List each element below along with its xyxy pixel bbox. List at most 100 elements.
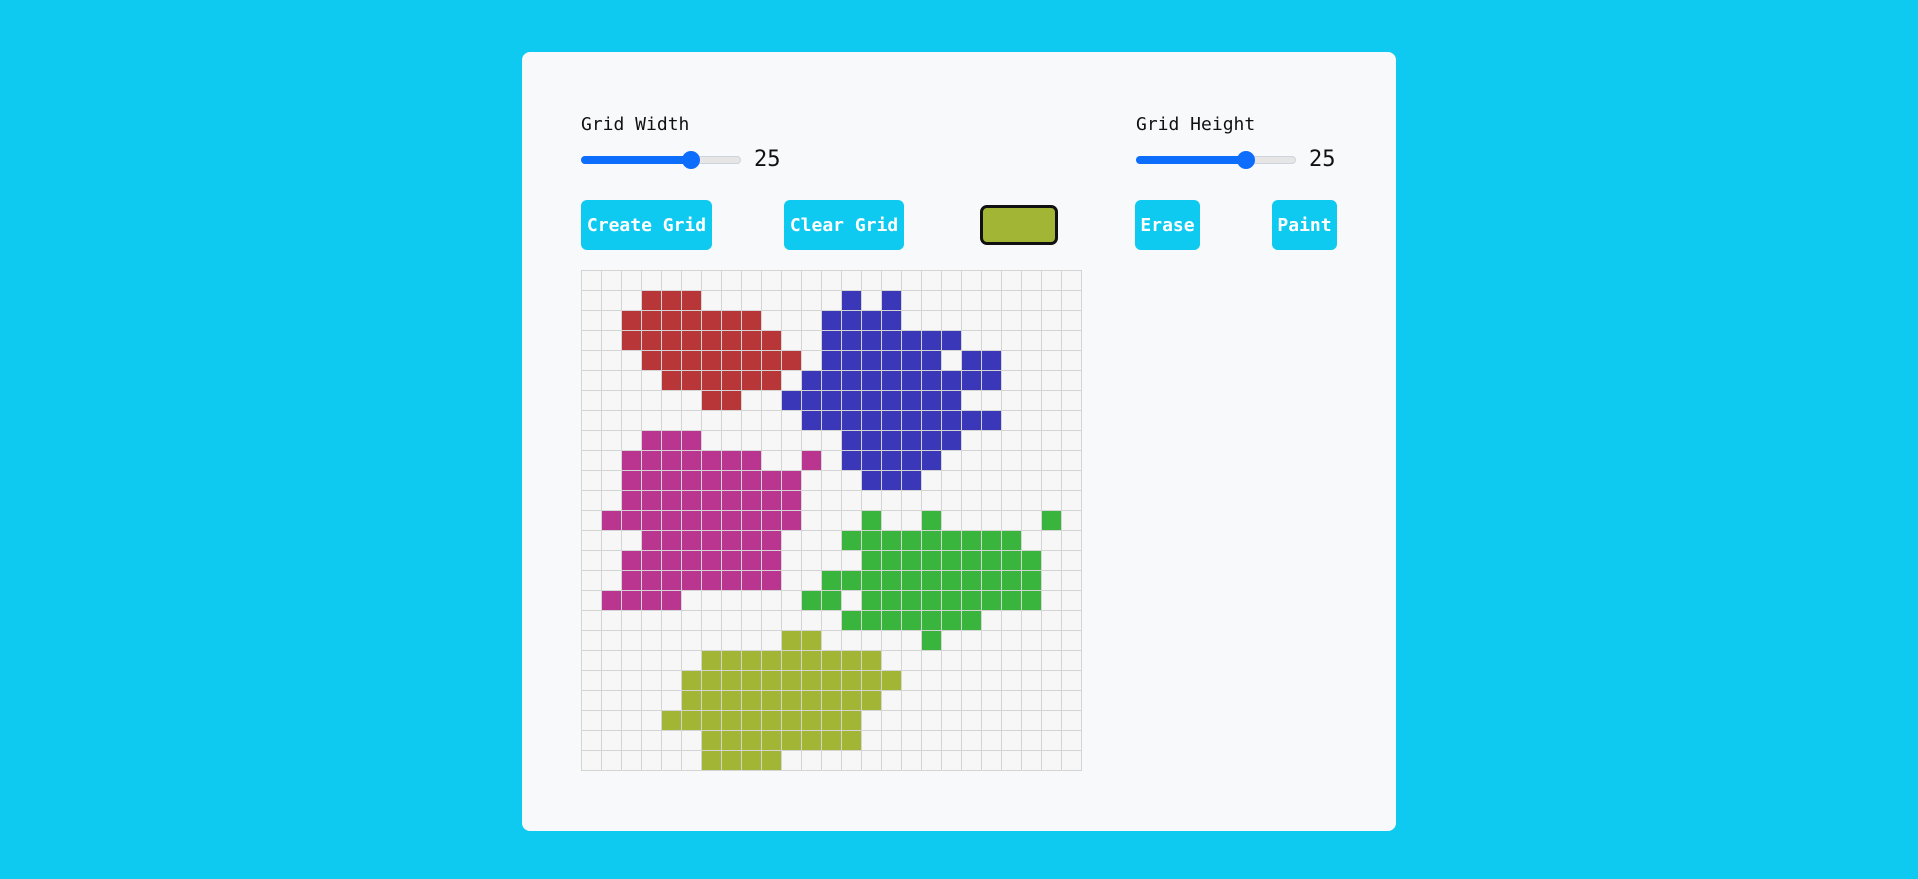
grid-cell[interactable] <box>1022 571 1041 590</box>
grid-cell[interactable] <box>582 371 601 390</box>
grid-cell[interactable] <box>942 551 961 570</box>
grid-cell[interactable] <box>862 751 881 770</box>
grid-cell[interactable] <box>1042 471 1061 490</box>
grid-cell[interactable] <box>622 511 641 530</box>
grid-cell[interactable] <box>862 371 881 390</box>
grid-cell[interactable] <box>1002 271 1021 290</box>
grid-cell[interactable] <box>1062 391 1081 410</box>
grid-cell[interactable] <box>1022 671 1041 690</box>
grid-cell[interactable] <box>942 451 961 470</box>
grid-cell[interactable] <box>802 611 821 630</box>
grid-cell[interactable] <box>622 431 641 450</box>
grid-cell[interactable] <box>882 531 901 550</box>
grid-cell[interactable] <box>902 511 921 530</box>
grid-cell[interactable] <box>602 311 621 330</box>
grid-cell[interactable] <box>582 691 601 710</box>
grid-cell[interactable] <box>782 371 801 390</box>
grid-cell[interactable] <box>902 611 921 630</box>
grid-cell[interactable] <box>1042 731 1061 750</box>
grid-cell[interactable] <box>842 291 861 310</box>
grid-cell[interactable] <box>962 291 981 310</box>
grid-cell[interactable] <box>962 671 981 690</box>
grid-cell[interactable] <box>602 731 621 750</box>
grid-cell[interactable] <box>1062 351 1081 370</box>
grid-cell[interactable] <box>622 331 641 350</box>
grid-cell[interactable] <box>682 431 701 450</box>
grid-cell[interactable] <box>882 671 901 690</box>
grid-cell[interactable] <box>1002 451 1021 470</box>
grid-cell[interactable] <box>802 291 821 310</box>
grid-cell[interactable] <box>662 551 681 570</box>
grid-cell[interactable] <box>662 591 681 610</box>
grid-cell[interactable] <box>662 711 681 730</box>
grid-cell[interactable] <box>942 391 961 410</box>
grid-cell[interactable] <box>582 711 601 730</box>
grid-cell[interactable] <box>902 471 921 490</box>
grid-cell[interactable] <box>702 371 721 390</box>
grid-cell[interactable] <box>602 351 621 370</box>
grid-cell[interactable] <box>782 691 801 710</box>
grid-cell[interactable] <box>722 551 741 570</box>
grid-cell[interactable] <box>742 571 761 590</box>
grid-cell[interactable] <box>1002 411 1021 430</box>
grid-cell[interactable] <box>842 471 861 490</box>
grid-cell[interactable] <box>802 711 821 730</box>
grid-cell[interactable] <box>702 471 721 490</box>
grid-cell[interactable] <box>922 291 941 310</box>
grid-cell[interactable] <box>582 351 601 370</box>
grid-cell[interactable] <box>782 491 801 510</box>
grid-cell[interactable] <box>942 571 961 590</box>
grid-cell[interactable] <box>802 431 821 450</box>
grid-cell[interactable] <box>942 291 961 310</box>
grid-cell[interactable] <box>922 271 941 290</box>
grid-cell[interactable] <box>862 411 881 430</box>
grid-cell[interactable] <box>702 451 721 470</box>
grid-cell[interactable] <box>582 631 601 650</box>
grid-cell[interactable] <box>802 451 821 470</box>
grid-cell[interactable] <box>682 271 701 290</box>
grid-cell[interactable] <box>1062 311 1081 330</box>
grid-cell[interactable] <box>1062 531 1081 550</box>
grid-cell[interactable] <box>982 691 1001 710</box>
grid-cell[interactable] <box>622 571 641 590</box>
grid-cell[interactable] <box>742 371 761 390</box>
grid-cell[interactable] <box>1002 651 1021 670</box>
grid-cell[interactable] <box>762 311 781 330</box>
grid-cell[interactable] <box>662 351 681 370</box>
grid-cell[interactable] <box>742 391 761 410</box>
grid-cell[interactable] <box>842 751 861 770</box>
grid-cell[interactable] <box>942 691 961 710</box>
grid-cell[interactable] <box>982 671 1001 690</box>
grid-cell[interactable] <box>842 511 861 530</box>
grid-cell[interactable] <box>822 271 841 290</box>
grid-cell[interactable] <box>622 711 641 730</box>
grid-cell[interactable] <box>882 571 901 590</box>
grid-cell[interactable] <box>862 291 881 310</box>
grid-cell[interactable] <box>782 651 801 670</box>
grid-cell[interactable] <box>942 611 961 630</box>
grid-cell[interactable] <box>642 331 661 350</box>
grid-cell[interactable] <box>782 511 801 530</box>
grid-cell[interactable] <box>922 691 941 710</box>
grid-cell[interactable] <box>882 591 901 610</box>
grid-cell[interactable] <box>802 391 821 410</box>
grid-cell[interactable] <box>1022 491 1041 510</box>
grid-cell[interactable] <box>582 291 601 310</box>
grid-cell[interactable] <box>662 471 681 490</box>
grid-cell[interactable] <box>862 351 881 370</box>
grid-cell[interactable] <box>922 611 941 630</box>
grid-cell[interactable] <box>622 551 641 570</box>
slider-thumb[interactable] <box>682 151 701 169</box>
grid-cell[interactable] <box>822 391 841 410</box>
grid-cell[interactable] <box>1042 371 1061 390</box>
grid-cell[interactable] <box>582 751 601 770</box>
grid-cell[interactable] <box>842 651 861 670</box>
grid-cell[interactable] <box>862 431 881 450</box>
grid-cell[interactable] <box>622 691 641 710</box>
grid-cell[interactable] <box>702 571 721 590</box>
grid-cell[interactable] <box>882 451 901 470</box>
grid-cell[interactable] <box>982 451 1001 470</box>
grid-cell[interactable] <box>702 351 721 370</box>
grid-cell[interactable] <box>1062 711 1081 730</box>
grid-cell[interactable] <box>962 311 981 330</box>
